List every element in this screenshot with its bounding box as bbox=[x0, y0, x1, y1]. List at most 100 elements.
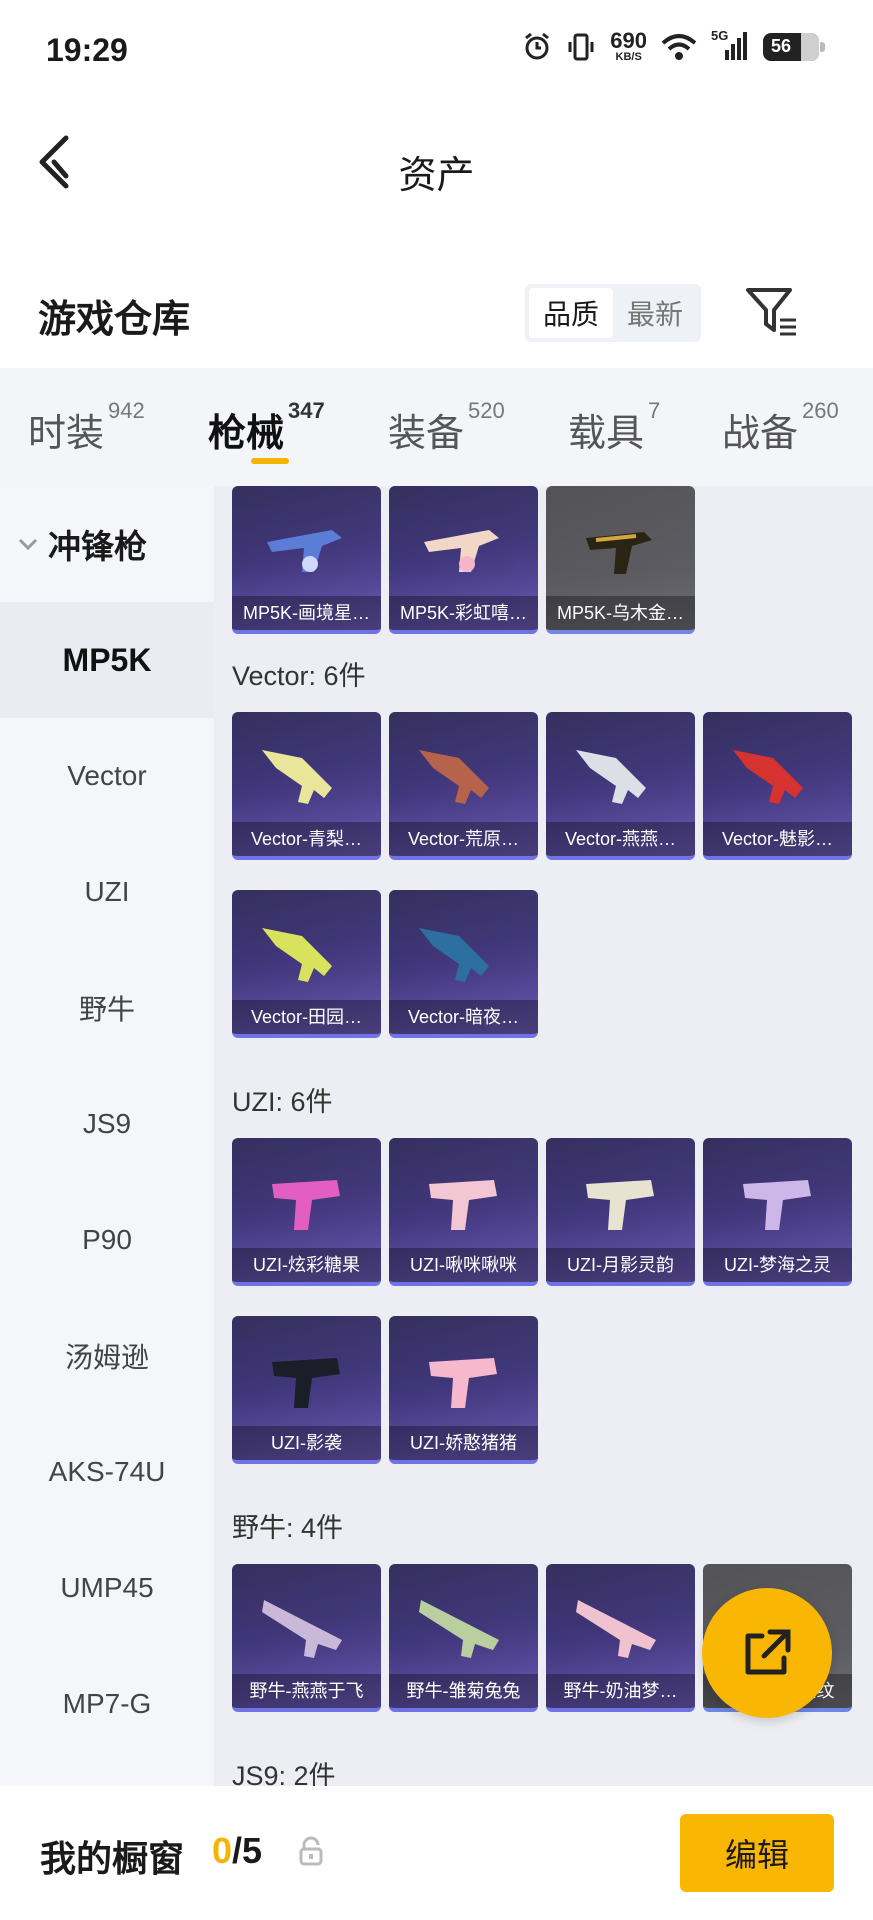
weapon-image bbox=[743, 1180, 811, 1230]
chevron-down-icon bbox=[18, 538, 38, 551]
active-tab-indicator bbox=[251, 458, 289, 464]
weapon-card[interactable]: Vector-燕燕… bbox=[546, 712, 695, 860]
tab-count: 260 bbox=[802, 398, 839, 423]
net-speed: 690 KB/S bbox=[610, 30, 647, 63]
weapon-image bbox=[262, 928, 332, 982]
weapon-card[interactable]: UZI-啾咪啾咪 bbox=[389, 1138, 538, 1286]
sidebar-item-mp5k[interactable]: MP5K bbox=[0, 602, 214, 718]
showcase-total: /5 bbox=[232, 1830, 263, 1871]
tab-label: 载具 bbox=[568, 413, 645, 455]
tab-fashion[interactable]: 时装942 bbox=[28, 398, 145, 457]
weapon-card[interactable]: 野牛-燕燕于飞 bbox=[232, 1564, 381, 1712]
weapon-name: Vector-青梨… bbox=[232, 822, 381, 856]
tab-equipment[interactable]: 装备520 bbox=[388, 398, 505, 457]
category-label: 冲锋枪 bbox=[48, 528, 147, 565]
sidebar-item-aks74u[interactable]: AKS-74U bbox=[0, 1414, 214, 1530]
sort-quality-option[interactable]: 品质 bbox=[529, 288, 614, 338]
weapon-name: UZI-娇憨猪猪 bbox=[389, 1426, 538, 1460]
section-title-js9: JS9: 2件 bbox=[232, 1761, 336, 1786]
vibrate-icon bbox=[568, 33, 594, 60]
section-title-uzi: UZI: 6件 bbox=[232, 1087, 333, 1117]
sidebar-item-ump45[interactable]: UMP45 bbox=[0, 1530, 214, 1646]
cell-signal-icon: 5G bbox=[711, 28, 749, 62]
edit-button[interactable]: 编辑 bbox=[680, 1814, 834, 1892]
net-speed-value: 690 bbox=[610, 28, 647, 53]
weapon-name: UZI-影袭 bbox=[232, 1426, 381, 1460]
weapon-image bbox=[272, 1180, 340, 1230]
nav-bar: 资产 bbox=[0, 104, 873, 224]
weapon-image bbox=[576, 1600, 656, 1658]
weapon-name: Vector-田园… bbox=[232, 1000, 381, 1034]
sidebar-item-vector[interactable]: Vector bbox=[0, 718, 214, 834]
tab-vehicles[interactable]: 载具7 bbox=[568, 398, 660, 457]
weapon-image bbox=[576, 750, 646, 804]
weapon-card[interactable]: Vector-荒原… bbox=[389, 712, 538, 860]
weapon-name: Vector-魅影… bbox=[703, 822, 852, 856]
status-icons: 690 KB/S 5G 56 bbox=[522, 28, 825, 63]
tab-weapons[interactable]: 枪械347 bbox=[208, 398, 325, 457]
weapon-card[interactable]: MP5K-乌木金… bbox=[546, 486, 695, 634]
sidebar-item-uzi[interactable]: UZI bbox=[0, 834, 214, 950]
tab-supplies[interactable]: 战备260 bbox=[722, 398, 839, 457]
weapon-name: MP5K-乌木金… bbox=[546, 596, 695, 630]
sidebar-item-mp7g[interactable]: MP7-G bbox=[0, 1646, 214, 1762]
section-title-bizon: 野牛: 4件 bbox=[232, 1513, 344, 1543]
weapon-name: 野牛-奶油梦… bbox=[546, 1674, 695, 1708]
weapon-card[interactable]: 野牛-奶油梦… bbox=[546, 1564, 695, 1712]
warehouse-title: 游戏仓库 bbox=[38, 299, 191, 341]
weapon-image bbox=[419, 750, 489, 804]
net-speed-unit: KB/S bbox=[615, 51, 642, 63]
share-external-icon bbox=[745, 1629, 791, 1675]
weapon-image bbox=[586, 1180, 654, 1230]
weapon-card[interactable]: MP5K-画境星… bbox=[232, 486, 381, 634]
weapon-card[interactable]: UZI-梦海之灵 bbox=[703, 1138, 852, 1286]
weapon-card[interactable]: UZI-娇憨猪猪 bbox=[389, 1316, 538, 1464]
weapon-image bbox=[429, 1358, 497, 1408]
sidebar-item-js9[interactable]: JS9 bbox=[0, 1066, 214, 1182]
share-fab-button[interactable] bbox=[702, 1588, 832, 1718]
tab-label: 装备 bbox=[388, 413, 465, 455]
weapon-name: MP5K-画境星… bbox=[232, 596, 381, 630]
weapon-name: Vector-燕燕… bbox=[546, 822, 695, 856]
category-header[interactable]: 冲锋枪 bbox=[0, 486, 214, 602]
status-bar: 19:29 690 KB/S 5G 56 bbox=[0, 0, 873, 104]
weapon-card[interactable]: MP5K-彩虹嘻… bbox=[389, 486, 538, 634]
weapon-card[interactable]: Vector-暗夜… bbox=[389, 890, 538, 1038]
weapon-name: MP5K-彩虹嘻… bbox=[389, 596, 538, 630]
weapon-card[interactable]: UZI-影袭 bbox=[232, 1316, 381, 1464]
weapon-image bbox=[262, 1600, 342, 1658]
showcase-count: 0/5 bbox=[212, 1830, 262, 1872]
weapon-image bbox=[586, 532, 652, 574]
sort-latest-option[interactable]: 最新 bbox=[613, 288, 697, 338]
weapon-type-sidebar: 冲锋枪 MP5K Vector UZI 野牛 JS9 P90 汤姆逊 AKS-7… bbox=[0, 486, 214, 1786]
category-tabs: 时装942 枪械347 装备520 载具7 战备260 bbox=[0, 368, 873, 486]
status-time: 19:29 bbox=[46, 32, 128, 68]
weapon-image bbox=[424, 530, 499, 572]
sidebar-item-bizon[interactable]: 野牛 bbox=[0, 950, 214, 1066]
weapon-name: UZI-炫彩糖果 bbox=[232, 1248, 381, 1282]
alarm-icon bbox=[525, 32, 550, 59]
weapon-name: 野牛-燕燕于飞 bbox=[232, 1674, 381, 1708]
weapon-image bbox=[419, 928, 489, 982]
tab-label: 枪械 bbox=[208, 413, 285, 455]
battery-icon: 56 bbox=[763, 32, 825, 61]
tab-label: 战备 bbox=[722, 413, 799, 455]
weapon-name: Vector-荒原… bbox=[389, 822, 538, 856]
weapon-card[interactable]: UZI-月影灵韵 bbox=[546, 1138, 695, 1286]
page-title: 资产 bbox=[398, 155, 475, 197]
weapon-card[interactable]: Vector-魅影… bbox=[703, 712, 852, 860]
weapon-name: Vector-暗夜… bbox=[389, 1000, 538, 1034]
weapon-card[interactable]: Vector-青梨… bbox=[232, 712, 381, 860]
weapon-card[interactable]: Vector-田园… bbox=[232, 890, 381, 1038]
sidebar-item-thompson[interactable]: 汤姆逊 bbox=[0, 1298, 214, 1414]
weapon-name: UZI-月影灵韵 bbox=[546, 1248, 695, 1282]
weapon-card[interactable]: 野牛-雏菊兔兔 bbox=[389, 1564, 538, 1712]
section-title-vector: Vector: 6件 bbox=[232, 661, 366, 691]
showcase-title: 我的橱窗 bbox=[40, 1838, 185, 1879]
filter-icon bbox=[746, 288, 796, 336]
weapon-image bbox=[733, 750, 803, 804]
filter-button[interactable] bbox=[744, 284, 800, 340]
sidebar-item-p90[interactable]: P90 bbox=[0, 1182, 214, 1298]
tab-label: 时装 bbox=[28, 413, 105, 455]
weapon-card[interactable]: UZI-炫彩糖果 bbox=[232, 1138, 381, 1286]
